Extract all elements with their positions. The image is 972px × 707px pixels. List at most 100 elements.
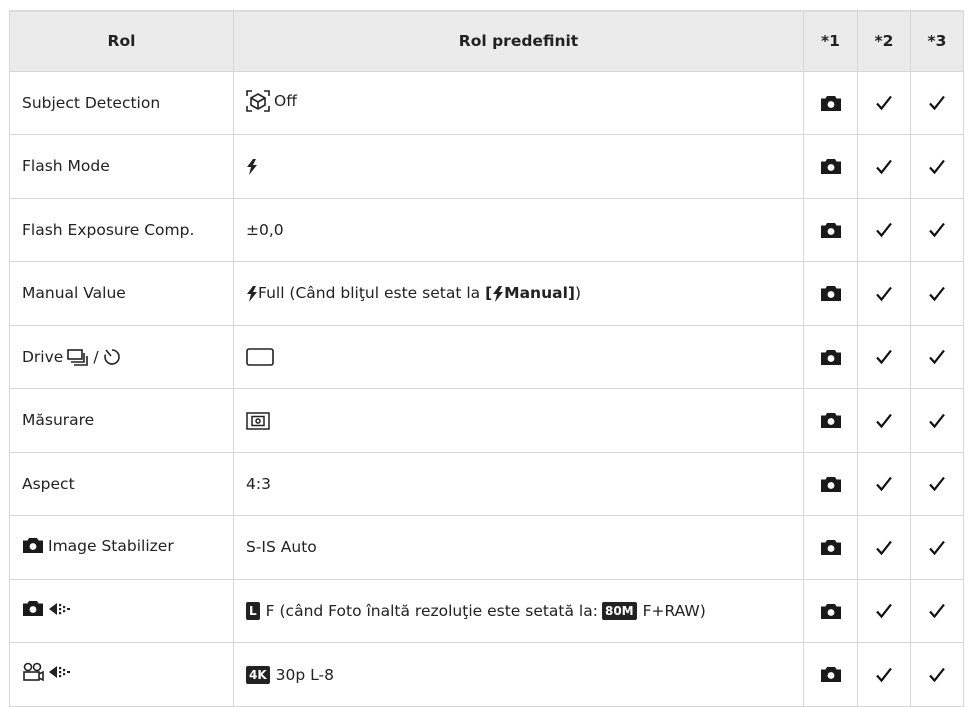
movie-icon <box>23 662 44 682</box>
mark-cell-1 <box>803 197 858 262</box>
default-text: Off <box>274 91 297 110</box>
check-icon <box>876 476 892 492</box>
default-cell: Full (Când bliţul este setat la [ Manual]… <box>233 261 804 326</box>
check-icon <box>876 159 892 174</box>
role-cell: Aspect <box>9 451 234 516</box>
mark-cell-2 <box>857 197 911 262</box>
default-cell: Off <box>233 70 804 135</box>
role-cell <box>9 642 234 707</box>
role-cell <box>9 578 234 643</box>
sequential-shooting-icon <box>67 348 89 366</box>
camera-icon <box>820 476 841 492</box>
check-icon <box>929 540 945 555</box>
default-text-end: F+RAW) <box>642 602 706 621</box>
role-cell: Subject Detection <box>9 70 234 135</box>
high-res-badge: 80M <box>601 602 637 621</box>
camera-icon <box>820 222 841 238</box>
mark-cell-3 <box>910 197 964 262</box>
role-cell: Flash Exposure Comp. <box>9 197 234 262</box>
camera-icon <box>820 159 841 175</box>
check-icon <box>876 603 892 619</box>
default-cell: S-IS Auto <box>233 515 804 580</box>
image-quality-icon <box>49 602 70 615</box>
col-header-default: Rol predefinit <box>233 10 804 72</box>
check-icon <box>929 222 945 238</box>
default-text: 30p L-8 <box>275 665 334 684</box>
table-row: Image Stabilizer S-IS Auto <box>9 515 964 580</box>
metering-icon <box>246 411 270 430</box>
check-icon <box>876 286 892 301</box>
mark-cell-1 <box>803 451 858 516</box>
camera-icon <box>820 95 841 111</box>
check-icon <box>929 476 945 492</box>
check-icon <box>929 603 945 619</box>
table-row: Flash Mode <box>9 134 964 199</box>
flash-icon <box>493 285 504 302</box>
image-size-badge: L <box>246 602 260 621</box>
flash-icon <box>247 285 257 302</box>
camera-icon <box>820 286 841 302</box>
check-icon <box>929 413 945 428</box>
table-row: Aspect 4:3 <box>9 451 964 516</box>
table-row: Măsurare <box>9 388 964 453</box>
mark-cell-3 <box>910 324 964 389</box>
mark-cell-3 <box>910 70 964 135</box>
resolution-badge: 4K <box>246 665 270 684</box>
mark-cell-3 <box>910 578 964 643</box>
mark-cell-1 <box>803 578 858 643</box>
camera-icon <box>820 603 841 619</box>
default-text: F (când Foto înaltă rezoluţie este setat… <box>265 602 598 621</box>
check-icon <box>876 349 892 365</box>
mark-cell-2 <box>857 70 911 135</box>
mark-cell-1 <box>803 642 858 707</box>
default-text-end: ) <box>574 284 582 303</box>
default-bold-text: Manual] <box>504 284 575 303</box>
mark-cell-3 <box>910 261 964 326</box>
image-quality-icon <box>49 666 70 679</box>
default-cell: 4:3 <box>233 451 804 516</box>
role-separator: / <box>93 347 99 366</box>
mark-cell-2 <box>857 451 911 516</box>
flash-icon <box>247 158 257 175</box>
default-cell <box>233 134 804 199</box>
mark-cell-3 <box>910 515 964 580</box>
camera-icon <box>23 601 43 617</box>
camera-icon <box>820 349 841 365</box>
default-bracket: [ <box>485 284 493 303</box>
role-cell: Flash Mode <box>9 134 234 199</box>
mark-cell-3 <box>910 642 964 707</box>
table-row: 4K 30p L-8 <box>9 642 964 707</box>
mark-cell-2 <box>857 642 911 707</box>
mark-cell-3 <box>910 134 964 199</box>
default-cell <box>233 324 804 389</box>
mark-cell-2 <box>857 578 911 643</box>
camera-icon <box>820 540 841 556</box>
default-cell: 4K 30p L-8 <box>233 642 804 707</box>
table-row: Subject Detection Off <box>9 70 964 135</box>
default-cell <box>233 388 804 453</box>
col-header-n3: *3 <box>910 10 964 72</box>
subject-detection-icon <box>246 89 270 112</box>
mark-cell-3 <box>910 451 964 516</box>
check-icon <box>876 222 892 238</box>
table-row: Drive / <box>9 324 964 389</box>
default-text: Full (Când bliţul este setat la <box>258 284 486 303</box>
default-cell: L F (când Foto înaltă rezoluţie este seta… <box>233 578 804 643</box>
camera-icon <box>820 413 841 429</box>
mark-cell-2 <box>857 261 911 326</box>
header-row: Rol Rol predefinit *1 *2 *3 <box>9 10 964 72</box>
check-icon <box>929 95 945 111</box>
role-cell: Manual Value <box>9 261 234 326</box>
table-row: Manual Value Full (Când bliţul este seta… <box>9 261 964 326</box>
mark-cell-2 <box>857 388 911 453</box>
camera-icon <box>23 538 43 553</box>
mark-cell-1 <box>803 324 858 389</box>
mark-cell-2 <box>857 134 911 199</box>
role-text: Image Stabilizer <box>48 536 174 555</box>
default-cell: ±0,0 <box>233 197 804 262</box>
check-icon <box>929 286 945 301</box>
check-icon <box>876 95 892 111</box>
mark-cell-1 <box>803 261 858 326</box>
mark-cell-1 <box>803 70 858 135</box>
table-row: L F (când Foto înaltă rezoluţie este seta… <box>9 578 964 643</box>
